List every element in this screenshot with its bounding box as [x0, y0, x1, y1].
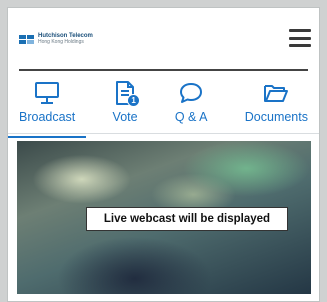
vote-count-badge: 1: [127, 94, 141, 107]
document-icon: 1: [114, 78, 141, 108]
tab-bar-underline: [8, 133, 319, 134]
webcast-placeholder-message: Live webcast will be displayed: [86, 207, 288, 231]
tab-bar: Broadcast 1 Vote Q & A Documents: [8, 78, 319, 138]
header-divider: [19, 69, 308, 71]
logo-text: Hutchison Telecom Hong Kong Holdings: [38, 33, 93, 45]
hamburger-menu-icon[interactable]: [289, 29, 311, 47]
app-frame: Hutchison Telecom Hong Kong Holdings Bro…: [7, 7, 320, 302]
tab-vote-label: Vote: [112, 110, 138, 124]
header: Hutchison Telecom Hong Kong Holdings: [8, 8, 319, 71]
company-logo: Hutchison Telecom Hong Kong Holdings: [19, 33, 93, 45]
logo-mark-icon: [19, 34, 34, 44]
folder-icon: [262, 78, 290, 108]
logo-line-2: Hong Kong Holdings: [38, 39, 84, 45]
tab-qa-label: Q & A: [174, 110, 208, 124]
tab-broadcast-label: Broadcast: [19, 110, 76, 124]
tab-qa[interactable]: Q & A: [173, 78, 210, 132]
tab-documents-label: Documents: [244, 110, 308, 124]
speech-bubble-icon: [178, 78, 204, 108]
tab-vote[interactable]: 1 Vote: [111, 78, 141, 132]
webcast-player[interactable]: Live webcast will be displayed: [17, 141, 311, 294]
tab-broadcast[interactable]: Broadcast: [8, 78, 87, 138]
tab-documents[interactable]: Documents: [243, 78, 310, 132]
monitor-icon: [34, 78, 60, 108]
